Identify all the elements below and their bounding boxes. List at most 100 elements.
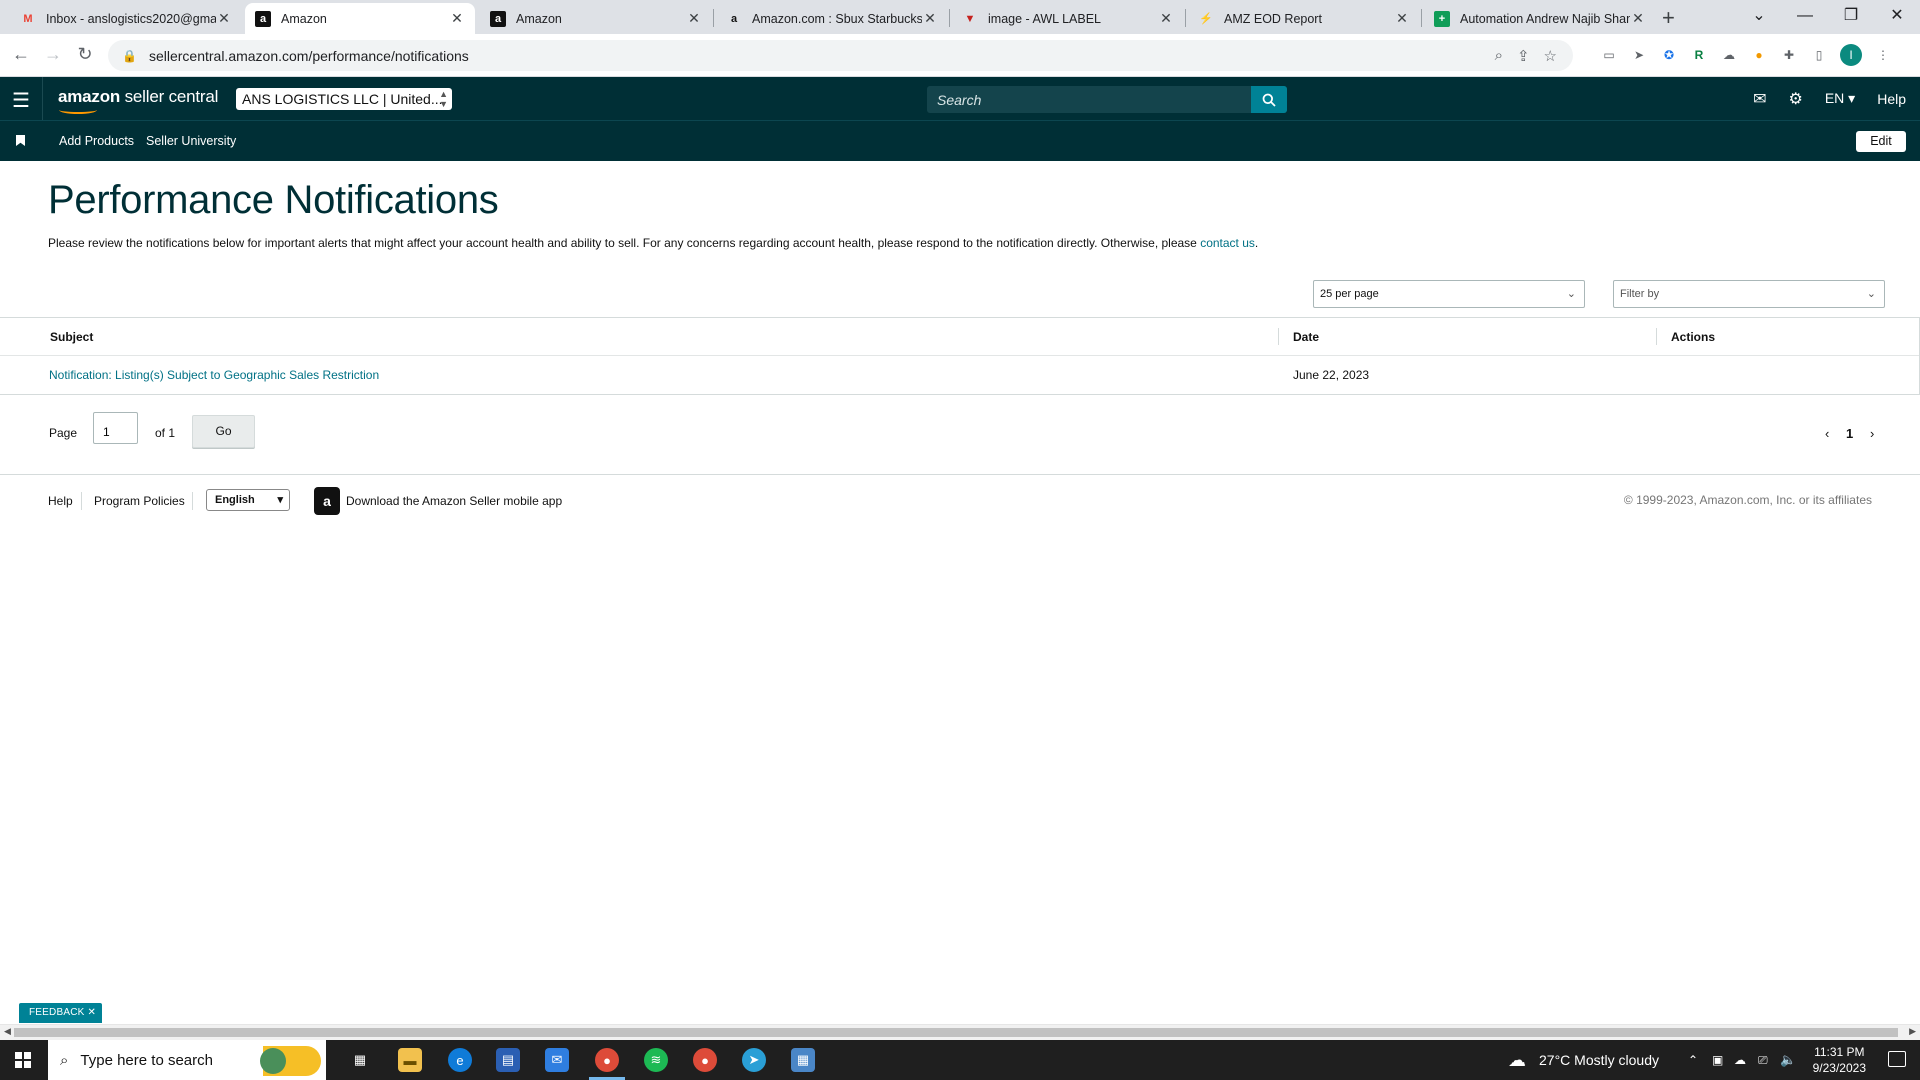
label-icon: ▼ (964, 12, 976, 25)
browser-tab-awl-label[interactable]: ▼ image - AWL LABEL ✕ (952, 3, 1184, 34)
zoom-icon[interactable]: ⌕ (1495, 47, 1503, 65)
volume-icon[interactable]: 🔈 (1780, 1040, 1796, 1080)
taskbar-search[interactable]: ⌕ Type here to search (48, 1040, 326, 1080)
spotify-icon[interactable]: ≋ (644, 1048, 668, 1072)
scroll-left-icon[interactable]: ◀ (4, 1026, 11, 1037)
forward-icon[interactable]: → (42, 44, 64, 65)
side-panel-icon[interactable]: ▯ (1810, 46, 1828, 64)
task-view-icon[interactable]: ▦ (348, 1048, 372, 1072)
close-tab-icon[interactable]: ✕ (1630, 10, 1646, 27)
close-tab-icon[interactable]: ✕ (1394, 10, 1410, 27)
hamburger-menu-icon[interactable]: ☰ (12, 88, 30, 113)
bookmark-icon[interactable] (16, 135, 25, 146)
share-icon[interactable]: ⇪ (1517, 47, 1530, 65)
close-tab-icon[interactable]: ✕ (686, 10, 702, 27)
browser-tab-strip: M Inbox - anslogistics2020@gmail.com ✕ a… (0, 0, 1920, 34)
scrollbar-thumb[interactable] (14, 1028, 1898, 1037)
close-window-icon[interactable]: ✕ (1874, 2, 1920, 30)
edit-bookmarks-button[interactable]: Edit (1856, 131, 1906, 152)
bookmark-star-icon[interactable]: ☆ (1544, 47, 1557, 65)
extension-off-icon[interactable]: ▭ (1600, 46, 1618, 64)
extension-arrow-icon[interactable]: ➤ (1630, 46, 1648, 64)
close-tab-icon[interactable]: ✕ (922, 10, 938, 27)
profile-avatar[interactable]: I (1840, 44, 1862, 66)
scroll-right-icon[interactable]: ▶ (1909, 1026, 1916, 1037)
close-tab-icon[interactable]: ✕ (1158, 10, 1174, 27)
help-link[interactable]: Help (1877, 91, 1906, 107)
show-hidden-icons[interactable]: ⌃ (1688, 1040, 1698, 1080)
extensions-puzzle-icon[interactable]: ✚ (1780, 46, 1798, 64)
telegram-icon[interactable]: ➤ (742, 1048, 766, 1072)
go-button[interactable]: Go (192, 415, 255, 448)
chevron-left-icon[interactable]: ‹ (1825, 426, 1829, 441)
restore-icon[interactable]: ❐ (1828, 2, 1874, 30)
mail-app-icon[interactable]: ✉ (545, 1048, 569, 1072)
chevron-right-icon[interactable]: › (1870, 426, 1874, 441)
edge-icon[interactable]: e (448, 1048, 472, 1072)
taskbar-search-placeholder: Type here to search (80, 1051, 213, 1069)
footer-help-link[interactable]: Help (48, 494, 73, 508)
back-icon[interactable]: ← (10, 44, 32, 65)
search-button[interactable] (1251, 86, 1287, 113)
table-row: Notification: Listing(s) Subject to Geog… (0, 356, 1920, 394)
taskbar-clock[interactable]: 11:31 PM 9/23/2023 (1813, 1044, 1866, 1076)
program-policies-link[interactable]: Program Policies (94, 494, 185, 508)
footer-language-select[interactable]: English ▾ (206, 489, 290, 511)
search-input[interactable] (927, 86, 1251, 113)
contact-us-link[interactable]: contact us (1200, 236, 1255, 250)
extension-circle-icon[interactable]: ● (1750, 46, 1768, 64)
onedrive-icon[interactable]: ☁ (1734, 1040, 1746, 1080)
amazon-seller-central-logo[interactable]: amazon seller central (58, 87, 218, 114)
address-bar[interactable]: 🔒 sellercentral.amazon.com/performance/n… (108, 40, 1573, 71)
browser-tab-amazon-active[interactable]: a Amazon ✕ (245, 3, 475, 34)
close-tab-icon[interactable]: ✕ (216, 10, 232, 27)
pagination: Page of 1 Go ‹ 1 › (0, 408, 1920, 458)
weather-cloud-icon[interactable]: ☁ (1508, 1040, 1526, 1080)
column-divider (1656, 328, 1657, 345)
browser-tab-gmail[interactable]: M Inbox - anslogistics2020@gmail.com ✕ (10, 3, 242, 34)
tab-search-icon[interactable]: ⌄ (1736, 2, 1782, 30)
extension-cloud-icon[interactable]: ☁ (1720, 46, 1738, 64)
minimize-icon[interactable]: — (1782, 2, 1828, 30)
seller-university-link[interactable]: Seller University (146, 134, 236, 148)
reload-icon[interactable]: ↻ (74, 44, 96, 65)
per-page-select[interactable]: 25 per page ⌄ (1313, 280, 1585, 308)
clock-time: 11:31 PM (1814, 1045, 1865, 1059)
current-page-number[interactable]: 1 (1846, 426, 1853, 441)
lock-icon: 🔒 (122, 48, 137, 63)
file-explorer-icon[interactable]: ▬ (398, 1048, 422, 1072)
close-tab-icon[interactable]: ✕ (449, 10, 465, 27)
amazon-seller-app-icon[interactable]: a (314, 487, 340, 515)
browser-tab-automation[interactable]: + Automation Andrew Najib Sham ✕ (1424, 3, 1656, 34)
mail-icon[interactable]: ✉ (1753, 89, 1766, 109)
gear-icon[interactable]: ⚙ (1788, 89, 1802, 109)
close-icon[interactable]: ✕ (88, 1007, 97, 1018)
notification-center-icon[interactable] (1888, 1051, 1906, 1067)
windows-start-icon[interactable] (15, 1052, 31, 1068)
page-number-input[interactable] (93, 412, 138, 444)
browser-tab-amazon-starbucks[interactable]: a Amazon.com : Sbux Starbucks Fa ✕ (716, 3, 948, 34)
extension-rs-icon[interactable]: R (1690, 46, 1708, 64)
notification-subject-link[interactable]: Notification: Listing(s) Subject to Geog… (49, 356, 379, 394)
feedback-label: FEEDBACK (29, 1007, 85, 1018)
browser-tab-amazon[interactable]: a Amazon ✕ (480, 3, 712, 34)
download-app-link[interactable]: Download the Amazon Seller mobile app (346, 494, 562, 508)
weather-text[interactable]: 27°C Mostly cloudy (1539, 1040, 1659, 1080)
new-tab-icon[interactable]: + (1662, 5, 1675, 31)
meet-icon[interactable]: ▣ (1712, 1040, 1723, 1080)
language-selector[interactable]: EN ▾ (1825, 90, 1855, 107)
browser-tab-eod-report[interactable]: ⚡ AMZ EOD Report ✕ (1188, 3, 1420, 34)
filter-select[interactable]: Filter by ⌄ (1613, 280, 1885, 308)
extension-globe-icon[interactable]: ✪ (1660, 46, 1678, 64)
feedback-button[interactable]: FEEDBACK ✕ (19, 1003, 103, 1023)
chrome-profile-icon[interactable]: ● (693, 1048, 717, 1072)
store-icon[interactable]: ▤ (496, 1048, 520, 1072)
calculator-icon[interactable]: ▦ (791, 1048, 815, 1072)
amazon-smile-icon (59, 106, 97, 114)
add-products-link[interactable]: Add Products (59, 134, 134, 148)
horizontal-scrollbar[interactable]: ◀ ▶ (0, 1024, 1920, 1040)
chrome-icon[interactable]: ● (595, 1048, 619, 1072)
account-switcher[interactable]: ANS LOGISTICS LLC | United... ▲ ▼ (236, 88, 452, 110)
network-icon[interactable]: ⎚ (1758, 1040, 1768, 1080)
browser-menu-icon[interactable]: ⋮ (1874, 46, 1892, 64)
